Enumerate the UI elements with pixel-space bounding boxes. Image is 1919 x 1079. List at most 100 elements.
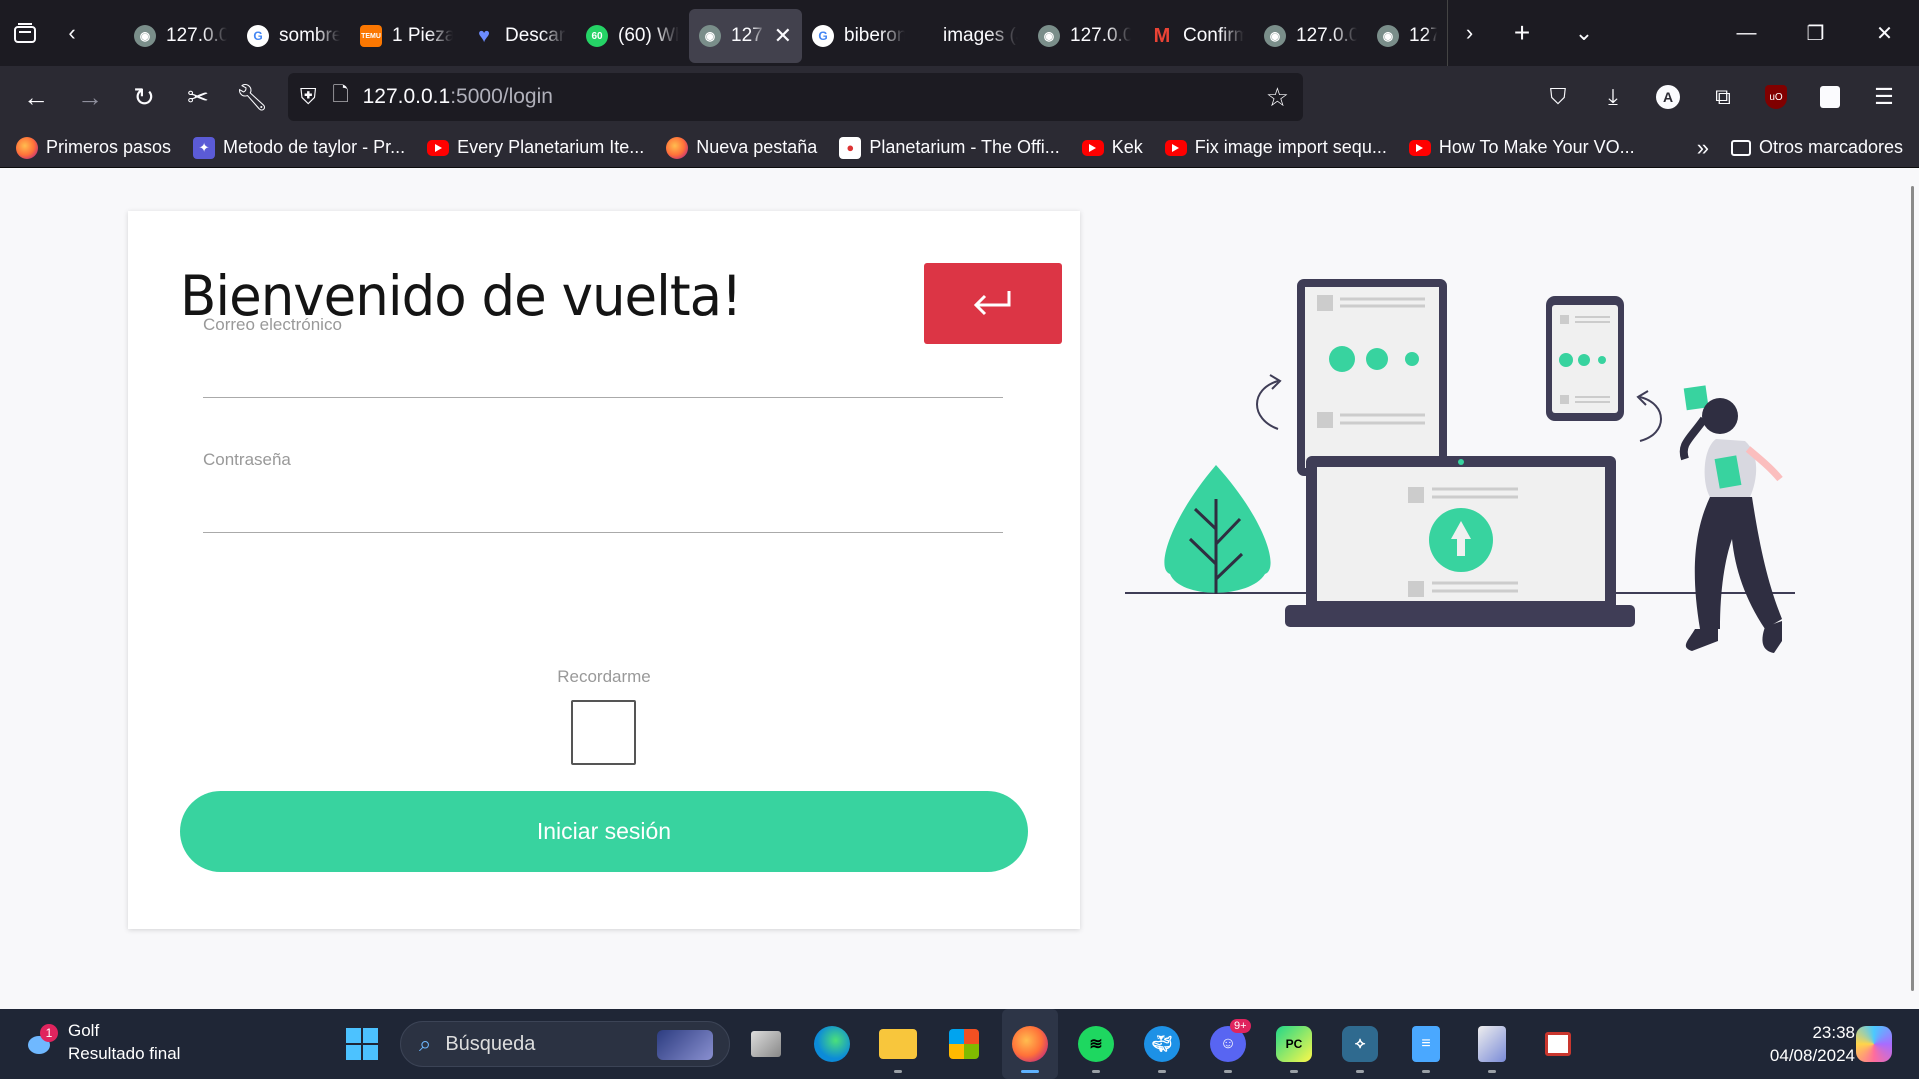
edge-icon[interactable]	[804, 1009, 860, 1079]
scroll-tabs-right-icon[interactable]: ›	[1447, 0, 1491, 66]
restore-icon[interactable]: ❐	[1781, 0, 1850, 66]
tab-127-4[interactable]: ◉127.0.0.1	[1367, 9, 1447, 63]
bookmark-app-icon: ✦	[193, 136, 216, 159]
browser-tab-bar: ‹ ◉127.0.0.1 Gsombrero TEMU1 Pieza ♥Desc…	[0, 0, 1919, 66]
folder-icon	[1730, 139, 1751, 156]
youtube-icon	[1164, 137, 1187, 159]
close-tab-icon[interactable]: ✕	[774, 23, 792, 49]
pycharm-icon[interactable]: PC	[1266, 1009, 1322, 1079]
copilot-icon[interactable]	[1846, 1009, 1902, 1079]
tab-127-active[interactable]: ◉127.0.0.1✕	[689, 9, 802, 63]
tab-list-icon[interactable]	[0, 0, 50, 66]
tab-127-2[interactable]: ◉127.0.0.1	[1028, 9, 1141, 63]
shield-icon[interactable]: ⛨	[300, 84, 317, 110]
remember-checkbox[interactable]	[571, 700, 636, 765]
bookmark-kek[interactable]: Kek	[1081, 137, 1143, 159]
reload-icon[interactable]: ↻	[117, 66, 171, 128]
tab-gmail[interactable]: MConfirma	[1141, 9, 1254, 63]
snipping-tool-icon[interactable]	[1530, 1009, 1586, 1079]
firefox-icon	[16, 136, 38, 159]
bookmarks-bar: Primeros pasos ✦ Metodo de taylor - Pr...…	[0, 128, 1919, 168]
download-icon[interactable]: ⤓	[1586, 66, 1640, 128]
scroll-tabs-left-icon[interactable]: ‹	[50, 0, 94, 66]
ublock-icon[interactable]: uO	[1749, 66, 1803, 128]
account-icon[interactable]: A	[1641, 66, 1695, 128]
password-field[interactable]	[203, 489, 1003, 533]
tab-partial[interactable]	[94, 9, 124, 63]
globe-icon: ◉	[134, 25, 156, 47]
whatsapp-icon: 60	[586, 25, 608, 47]
forward-arrow-icon[interactable]: →	[63, 66, 117, 128]
windows-taskbar: 1 Golf Resultado final ⌕ Búsqueda ≋ 🐳︎ ☺…	[0, 1009, 1919, 1079]
discord-badge: 9+	[1230, 1019, 1251, 1033]
google-icon: G	[812, 25, 834, 47]
ms-store-icon[interactable]	[936, 1009, 992, 1079]
youtube-icon	[427, 137, 450, 159]
globe-icon: ◉	[1264, 25, 1286, 47]
other-bookmarks[interactable]: Otros marcadores	[1730, 137, 1903, 158]
login-button[interactable]: Iniciar sesión	[180, 791, 1028, 872]
new-tab-icon[interactable]: +	[1491, 0, 1553, 66]
bookmark-every-planetarium[interactable]: Every Planetarium Ite...	[427, 137, 644, 159]
extensions-icon[interactable]: ⧉	[1696, 66, 1750, 128]
paint-icon[interactable]	[1464, 1009, 1520, 1079]
gmail-icon: M	[1153, 24, 1171, 47]
browser-nav-bar: ← → ↻ ✂ 🔧︎ ⛨ 🗋︎ 127.0.0.1:5000/login ☆ ⛉…	[0, 66, 1919, 128]
tab-127-3[interactable]: ◉127.0.0.1	[1254, 9, 1367, 63]
page-scrollbar[interactable]	[1911, 186, 1914, 991]
windows-start-icon[interactable]	[334, 1009, 390, 1079]
back-arrow-icon[interactable]: ←	[9, 66, 63, 128]
firefox-icon	[666, 136, 689, 159]
bookmark-nueva-pestana[interactable]: Nueva pestaña	[666, 136, 817, 159]
notepad-icon[interactable]: ≡	[1398, 1009, 1454, 1079]
search-highlight-icon	[657, 1030, 713, 1060]
bookmark-planetarium-official[interactable]: ● Planetarium - The Offi...	[839, 136, 1060, 159]
weather-badge: 1	[40, 1024, 58, 1042]
spotify-icon[interactable]: ≋	[1068, 1009, 1124, 1079]
devices-illustration	[1125, 279, 1795, 653]
youtube-icon	[1408, 137, 1431, 159]
planetarium-icon: ●	[839, 136, 862, 159]
taskbar-clock[interactable]: 23:38 04/08/2024	[1770, 1021, 1855, 1067]
minimize-icon[interactable]: —	[1712, 0, 1781, 66]
wrench-icon[interactable]: 🔧︎	[225, 66, 279, 128]
file-explorer-icon[interactable]	[870, 1009, 926, 1079]
bookmark-how-to-make[interactable]: How To Make Your VO...	[1408, 137, 1635, 159]
bookmarks-overflow-icon[interactable]: »	[1697, 135, 1709, 161]
bookmark-fix-image-import[interactable]: Fix image import sequ...	[1164, 137, 1387, 159]
bookmark-metodo-taylor[interactable]: ✦ Metodo de taylor - Pr...	[193, 136, 405, 159]
tab-sombrero[interactable]: Gsombrero	[237, 9, 350, 63]
tab-whatsapp[interactable]: 60(60) WhatsApp	[576, 9, 689, 63]
weather-icon: 1	[28, 1024, 58, 1056]
pocket-icon[interactable]: ⛉	[1531, 66, 1585, 128]
close-window-icon[interactable]: ✕	[1850, 0, 1919, 66]
task-view-icon[interactable]	[738, 1009, 794, 1079]
list-all-tabs-icon[interactable]: ⌄	[1553, 0, 1615, 66]
bookmark-star-icon[interactable]: ☆	[1266, 82, 1289, 113]
globe-icon: ◉	[699, 25, 721, 47]
bitwarden-icon[interactable]	[1803, 66, 1857, 128]
mysql-workbench-icon[interactable]: ⟡	[1332, 1009, 1388, 1079]
tab-127-1[interactable]: ◉127.0.0.1	[124, 9, 237, 63]
weather-widget[interactable]: 1 Golf Resultado final	[28, 1019, 180, 1065]
tab-biberon[interactable]: Gbiberon	[802, 9, 915, 63]
menu-icon[interactable]: ☰	[1857, 66, 1911, 128]
tab-descargar[interactable]: ♥Descargar	[463, 9, 576, 63]
page-info-icon[interactable]: 🗋︎	[333, 80, 349, 114]
firefox-taskbar-icon[interactable]	[1002, 1009, 1058, 1079]
taskbar-search[interactable]: ⌕ Búsqueda	[400, 1021, 730, 1067]
temu-icon: TEMU	[360, 25, 382, 47]
discord-icon[interactable]: ☺ 9+	[1200, 1009, 1256, 1079]
email-label: Correo electrónico	[203, 315, 342, 334]
screenshot-icon[interactable]: ✂	[171, 66, 225, 128]
tab-images[interactable]: images (JPEG)	[915, 9, 1028, 63]
docker-icon[interactable]: 🐳︎	[1134, 1009, 1190, 1079]
email-field[interactable]	[203, 354, 1003, 398]
youtube-icon	[1081, 137, 1104, 159]
back-button[interactable]	[924, 263, 1062, 344]
url-text[interactable]: 127.0.0.1:5000/login	[363, 85, 553, 109]
url-bar[interactable]: ⛨ 🗋︎ 127.0.0.1:5000/login ☆	[288, 73, 1303, 121]
bookmark-primeros-pasos[interactable]: Primeros pasos	[16, 136, 171, 159]
search-icon: ⌕	[419, 1031, 432, 1056]
tab-temu[interactable]: TEMU 1 Pieza	[350, 9, 463, 63]
